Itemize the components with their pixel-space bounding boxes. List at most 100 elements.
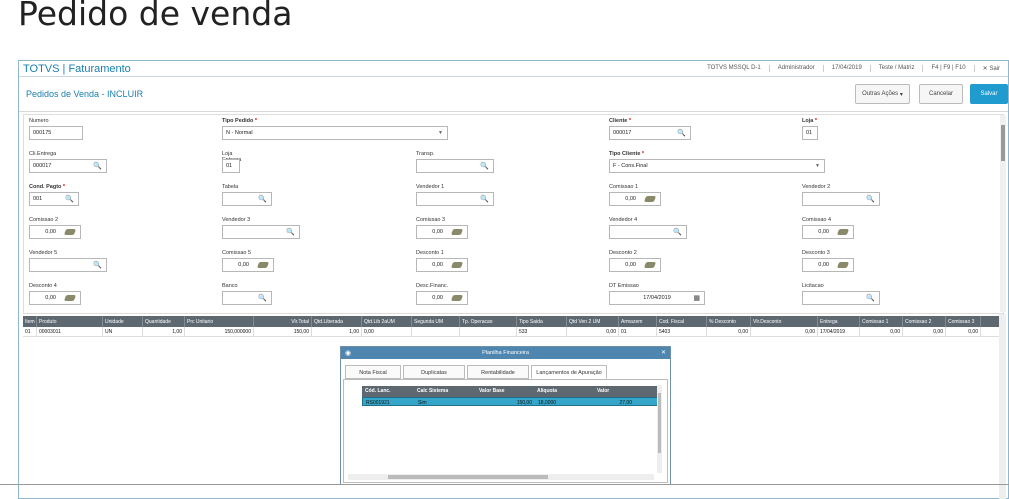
col-aliquota[interactable]: Aliquota [534, 386, 594, 397]
cell-qtd-ven-2um[interactable]: 0,00 [567, 327, 619, 336]
col-valor[interactable]: Valor [594, 386, 634, 397]
tab-nota-fiscal[interactable]: Nota Fiscal [345, 365, 401, 379]
cell-valor[interactable]: 27,00 [595, 398, 635, 406]
cliente-field[interactable]: 000017 🔍 [609, 126, 691, 140]
search-icon[interactable]: 🔍 [673, 228, 682, 236]
col-armazem[interactable]: Armazem [619, 316, 657, 327]
save-button[interactable]: Salvar [970, 84, 1008, 104]
cell-entrega[interactable]: 17/04/2019 [818, 327, 860, 336]
cell-quantidade[interactable]: 1,00 [143, 327, 185, 336]
numero-field[interactable]: 000175 [29, 126, 83, 140]
col-qtd-liberada[interactable]: Qtd.Liberada [312, 316, 362, 327]
cell-tp-operacao[interactable] [460, 327, 517, 336]
search-icon[interactable]: 🔍 [866, 294, 875, 302]
cell-segunda-um[interactable] [412, 327, 460, 336]
licitacao-field[interactable]: 🔍 [802, 291, 880, 305]
col-vlr-total[interactable]: Vlr.Total [254, 316, 312, 327]
col-cod-fiscal[interactable]: Cod. Fiscal [657, 316, 707, 327]
cell-qtd-liberada[interactable]: 1,00 [312, 327, 362, 336]
cell-aliquota[interactable]: 18,0000 [535, 398, 595, 406]
cell-vlr-desconto[interactable]: 0,00 [751, 327, 818, 336]
col-tp-operacao[interactable]: Tp. Operacao [460, 316, 517, 327]
cell-item[interactable]: 01 [23, 327, 37, 336]
cell-desconto-pct[interactable]: 0,00 [707, 327, 751, 336]
calculator-icon[interactable] [450, 229, 464, 235]
comissao5-field[interactable]: 0,00 [222, 258, 274, 272]
col-vlr-desconto[interactable]: Vlr.Desconto [751, 316, 818, 327]
cell-tipo-saida[interactable]: 533 [517, 327, 567, 336]
loja-field[interactable]: 01 [802, 126, 818, 140]
calculator-icon[interactable] [63, 295, 77, 301]
table-row[interactable]: RS001921 Sim 150,00 18,0000 27,00 [362, 397, 658, 406]
calculator-icon[interactable] [643, 196, 657, 202]
comissao3-field[interactable]: 0,00 [416, 225, 468, 239]
desc-financ-field[interactable]: 0,00 [416, 291, 468, 305]
vendedor2-field[interactable]: 🔍 [802, 192, 880, 206]
col-valor-base[interactable]: Valor Base [476, 386, 534, 397]
cond-pagto-field[interactable]: 001 🔍 [29, 192, 79, 206]
calendar-icon[interactable]: ▦ [693, 294, 700, 302]
tab-lancamentos-apuracao[interactable]: Lançamentos de Apuração [531, 365, 607, 379]
cell-comissao2[interactable]: 0,00 [903, 327, 946, 336]
search-icon[interactable]: 🔍 [65, 195, 74, 203]
tab-rentabilidade[interactable]: Rentabilidade [467, 365, 529, 379]
col-produto[interactable]: Produto [37, 316, 103, 327]
cell-comissao1[interactable]: 0,00 [860, 327, 903, 336]
vendedor4-field[interactable]: 🔍 [609, 225, 687, 239]
col-qtd-lib-2aum[interactable]: Qtd.Lib 2aUM [362, 316, 412, 327]
search-icon[interactable]: 🔍 [866, 195, 875, 203]
scrollbar-thumb[interactable] [658, 393, 661, 453]
col-qtd-ven-2um[interactable]: Qtd Ven 2 UM [567, 316, 619, 327]
col-item[interactable]: Item [23, 316, 37, 327]
tabela-field[interactable]: 🔍 [222, 192, 272, 206]
desconto3-field[interactable]: 0,00 [802, 258, 854, 272]
calculator-icon[interactable] [450, 262, 464, 268]
vendedor1-field[interactable]: 🔍 [416, 192, 494, 206]
col-entrega[interactable]: Entrega [818, 316, 860, 327]
cancel-button[interactable]: Cancelar [919, 84, 963, 104]
status-shortcuts[interactable]: F4 | F9 | F10 [922, 65, 973, 72]
banco-field[interactable]: 🔍 [222, 291, 272, 305]
cell-qtd-lib-2aum[interactable]: 0,00 [362, 327, 412, 336]
tab-duplicatas[interactable]: Duplicatas [403, 365, 465, 379]
col-segunda-um[interactable]: Segunda UM [412, 316, 460, 327]
search-icon[interactable]: 🔍 [480, 195, 489, 203]
table-row[interactable]: 01 00003011 UN 1,00 150,000000 150,00 1,… [23, 327, 1004, 337]
scrollbar-thumb[interactable] [1001, 125, 1005, 161]
cli-entrega-field[interactable]: 000017 🔍 [29, 159, 107, 173]
scrollbar-thumb[interactable] [388, 475, 548, 479]
grid-scrollbar[interactable] [999, 314, 1006, 499]
exit-button[interactable]: ✕ Sair [973, 65, 1008, 72]
search-icon[interactable]: 🔍 [480, 162, 489, 170]
cell-prc-unitario[interactable]: 150,000000 [185, 327, 254, 336]
cell-cod-lanc[interactable]: RS001921 [363, 398, 415, 406]
search-icon[interactable]: 🔍 [286, 228, 295, 236]
col-comissao1[interactable]: Comissao 1 [860, 316, 903, 327]
cell-unidade[interactable]: UN [103, 327, 143, 336]
loja-entrega-field[interactable]: 01 [222, 159, 240, 173]
search-icon[interactable]: 🔍 [93, 162, 102, 170]
desconto1-field[interactable]: 0,00 [416, 258, 468, 272]
close-icon[interactable]: ✕ [661, 349, 666, 356]
col-prc-unitario[interactable]: Prc Unitario [185, 316, 254, 327]
desconto2-field[interactable]: 0,00 [609, 258, 661, 272]
tipo-pedido-select[interactable]: N - Normal ▼ [222, 126, 448, 140]
dialog-vertical-scrollbar[interactable] [657, 385, 662, 473]
calculator-icon[interactable] [450, 295, 464, 301]
search-icon[interactable]: 🔍 [93, 261, 102, 269]
dt-emissao-field[interactable]: 17/04/2019 ▦ [609, 291, 705, 305]
cell-armazem[interactable]: 01 [619, 327, 657, 336]
calculator-icon[interactable] [63, 229, 77, 235]
cell-produto[interactable]: 00003011 [37, 327, 103, 336]
vendedor5-field[interactable]: 🔍 [29, 258, 107, 272]
col-cod-lanc[interactable]: Cód. Lanc. [362, 386, 414, 397]
cell-cod-fiscal[interactable]: 5403 [657, 327, 707, 336]
col-comissao3[interactable]: Comissao 3 [946, 316, 981, 327]
cell-calc-sistema[interactable]: Sim [415, 398, 477, 406]
col-comissao2[interactable]: Comissao 2 [903, 316, 946, 327]
cell-valor-base[interactable]: 150,00 [477, 398, 535, 406]
calculator-icon[interactable] [836, 229, 850, 235]
col-desconto-pct[interactable]: % Desconto [707, 316, 751, 327]
col-tipo-saida[interactable]: Tipo Saida [517, 316, 567, 327]
calculator-icon[interactable] [643, 262, 657, 268]
